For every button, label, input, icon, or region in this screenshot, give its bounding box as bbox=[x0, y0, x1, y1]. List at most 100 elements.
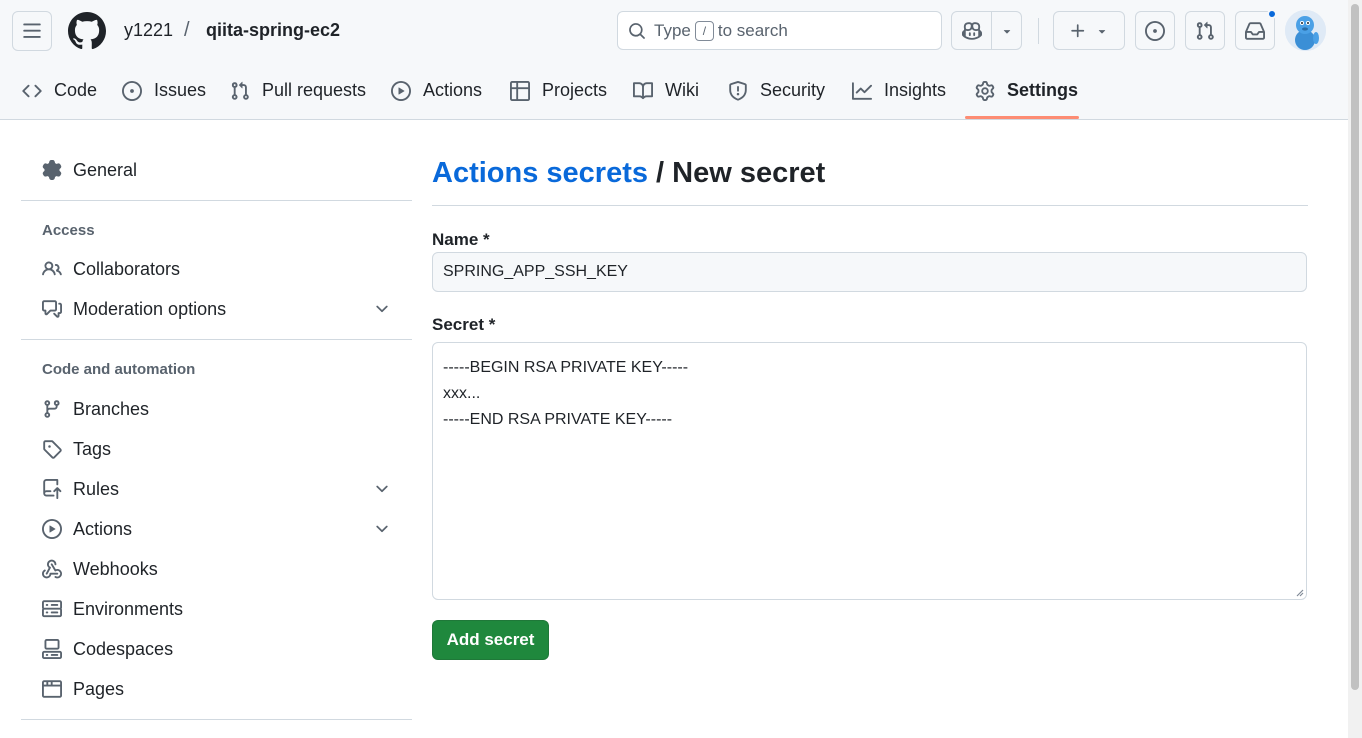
sidebar-item-label: Branches bbox=[73, 398, 150, 419]
codespaces-icon bbox=[42, 639, 62, 659]
sidebar-item-moderation-options[interactable]: Moderation options bbox=[21, 290, 412, 328]
page-scrollbar[interactable] bbox=[1348, 0, 1362, 738]
resize-handle-icon[interactable] bbox=[1294, 587, 1304, 597]
tab-code-label: Code bbox=[54, 80, 98, 100]
tab-issues-label: Issues bbox=[154, 80, 207, 100]
tab-actions-label: Actions bbox=[423, 80, 483, 100]
repo-name-link[interactable]: qiita-spring-ec2 bbox=[206, 20, 340, 41]
repo-push-icon bbox=[43, 479, 62, 499]
gear-icon bbox=[42, 160, 62, 180]
code-icon bbox=[22, 84, 42, 97]
sidebar-item-label: Codespaces bbox=[73, 638, 174, 659]
copilot-button-group bbox=[951, 11, 1022, 50]
search-icon bbox=[629, 22, 645, 39]
sidebar-item-label: Moderation options bbox=[73, 298, 227, 319]
create-new-button[interactable] bbox=[1053, 11, 1125, 50]
sidebar-item-codespaces[interactable]: Codespaces bbox=[21, 630, 412, 668]
search-placeholder-text-end: to search bbox=[717, 20, 788, 40]
triangle-down-icon bbox=[1098, 29, 1106, 34]
browser-icon bbox=[42, 680, 62, 698]
github-logo-icon[interactable] bbox=[68, 12, 106, 50]
breadcrumb-separator: / bbox=[184, 19, 190, 41]
book-icon bbox=[633, 81, 653, 99]
add-secret-button[interactable]: Add secret bbox=[432, 620, 549, 660]
tab-code[interactable]: Code bbox=[22, 62, 97, 119]
sidebar-item-label: Environments bbox=[73, 598, 184, 619]
app-header: y1221 / qiita-spring-ec2 Type / to searc… bbox=[0, 0, 1362, 120]
secret-value-textarea[interactable]: -----BEGIN RSA PRIVATE KEY----- xxx... -… bbox=[432, 342, 1307, 600]
slash-key-hint: / bbox=[694, 20, 714, 41]
user-avatar[interactable] bbox=[1285, 10, 1326, 51]
sidebar-item-label: Tags bbox=[73, 438, 112, 459]
copilot-icon bbox=[961, 21, 982, 40]
sidebar-item-label: Pages bbox=[73, 678, 125, 699]
table-icon bbox=[510, 80, 530, 101]
issue-opened-icon bbox=[1145, 20, 1165, 41]
sidebar-item-pages[interactable]: Pages bbox=[21, 670, 412, 708]
issue-opened-icon bbox=[122, 80, 142, 101]
sidebar-divider bbox=[21, 719, 412, 720]
people-icon bbox=[42, 261, 62, 276]
gear-icon bbox=[975, 80, 995, 101]
tag-icon bbox=[43, 440, 62, 459]
copilot-button[interactable] bbox=[952, 12, 991, 49]
sidebar-item-label: Actions bbox=[73, 518, 133, 539]
plus-icon bbox=[1071, 23, 1085, 37]
sidebar-item-general[interactable]: General bbox=[21, 151, 412, 189]
name-label: Name * bbox=[432, 230, 490, 249]
your-issues-button[interactable] bbox=[1135, 11, 1175, 50]
notification-indicator bbox=[1267, 9, 1277, 19]
shield-icon bbox=[729, 80, 747, 101]
sidebar-divider bbox=[21, 339, 412, 340]
sidebar-item-rules[interactable]: Rules bbox=[21, 470, 412, 508]
play-icon bbox=[391, 80, 411, 101]
sidebar-heading-access: Access bbox=[42, 222, 95, 239]
tab-wiki[interactable]: Wiki bbox=[633, 62, 699, 119]
search-placeholder: Type / to search bbox=[654, 20, 788, 41]
search-placeholder-text: Type bbox=[654, 20, 691, 40]
play-icon bbox=[42, 519, 62, 539]
sidebar-item-branches[interactable]: Branches bbox=[21, 390, 412, 428]
tab-security[interactable]: Security bbox=[728, 62, 825, 119]
title-divider bbox=[432, 205, 1308, 206]
sidebar-item-actions[interactable]: Actions bbox=[21, 510, 412, 548]
sidebar-item-tags[interactable]: Tags bbox=[21, 430, 412, 468]
chevron-down-icon bbox=[376, 485, 388, 493]
sidebar-item-label: Webhooks bbox=[73, 558, 158, 579]
git-pull-request-icon bbox=[1196, 21, 1214, 40]
tab-settings[interactable]: Settings bbox=[975, 62, 1078, 119]
sidebar-heading-code-automation: Code and automation bbox=[42, 361, 196, 378]
menu-button[interactable] bbox=[12, 11, 52, 51]
tab-pull-requests-label: Pull requests bbox=[262, 80, 367, 100]
copilot-dropdown-button[interactable] bbox=[991, 12, 1021, 49]
tab-pull-requests[interactable]: Pull requests bbox=[230, 62, 366, 119]
secret-name-input[interactable] bbox=[432, 252, 1307, 292]
webhook-icon bbox=[42, 559, 62, 579]
graph-icon bbox=[852, 81, 872, 100]
sidebar-item-collaborators[interactable]: Collaborators bbox=[21, 250, 412, 288]
chevron-down-icon bbox=[376, 525, 388, 533]
tab-security-label: Security bbox=[760, 80, 826, 100]
sidebar-item-webhooks[interactable]: Webhooks bbox=[21, 550, 412, 588]
hamburger-icon bbox=[23, 23, 41, 38]
tab-projects[interactable]: Projects bbox=[510, 62, 607, 119]
your-pull-requests-button[interactable] bbox=[1185, 11, 1225, 50]
tab-wiki-label: Wiki bbox=[665, 80, 699, 100]
inbox-icon bbox=[1245, 21, 1265, 40]
search-input[interactable]: Type / to search bbox=[617, 11, 942, 50]
sidebar-item-environments[interactable]: Environments bbox=[21, 590, 412, 628]
actions-secrets-link[interactable]: Actions secrets bbox=[432, 157, 648, 189]
tab-insights[interactable]: Insights bbox=[852, 62, 946, 119]
git-pull-request-icon bbox=[231, 81, 249, 100]
sidebar-item-label: Rules bbox=[73, 478, 120, 499]
scrollbar-thumb[interactable] bbox=[1351, 4, 1359, 690]
tab-issues[interactable]: Issues bbox=[122, 62, 206, 119]
tab-settings-label: Settings bbox=[1007, 80, 1079, 100]
repo-owner-link[interactable]: y1221 bbox=[124, 20, 173, 41]
header-divider bbox=[1038, 18, 1039, 44]
chevron-down-icon bbox=[376, 305, 388, 313]
repo-navigation: Code Issues Pull requests Actions Projec… bbox=[0, 62, 1362, 119]
sidebar-item-label: Collaborators bbox=[73, 258, 181, 279]
tab-actions[interactable]: Actions bbox=[391, 62, 482, 119]
active-tab-indicator bbox=[965, 116, 1079, 119]
